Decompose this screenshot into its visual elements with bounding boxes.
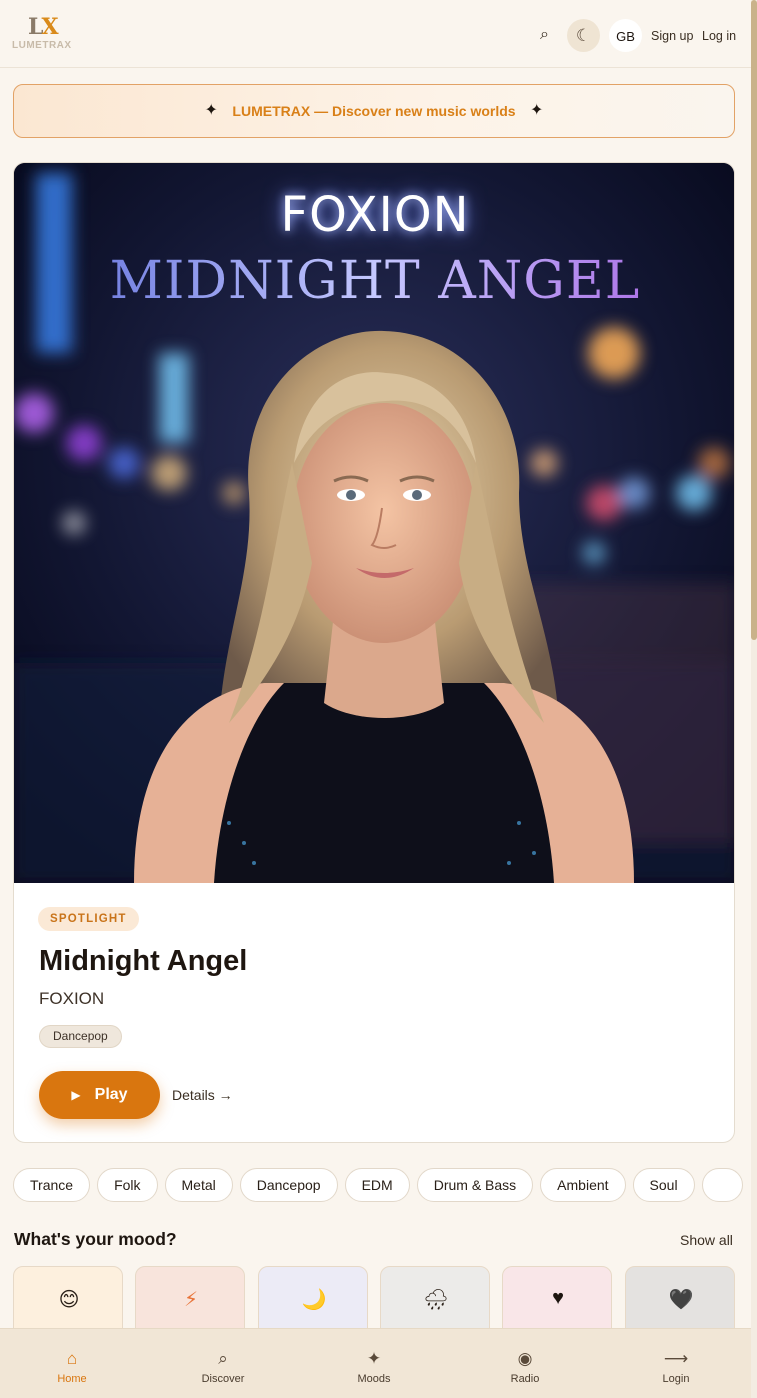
heart-icon: ♥ (552, 1287, 564, 1309)
nav-item-moods[interactable]: ✦ Moods (299, 1329, 449, 1398)
genre-chip[interactable]: Metal (164, 1168, 233, 1202)
logo-mark: LX (28, 14, 59, 40)
nav-item-home[interactable]: ⌂ Home (0, 1329, 147, 1398)
sparkle-icon: ✦ (366, 1349, 382, 1368)
nav-label: Moods (357, 1373, 391, 1385)
black-heart-icon: 🖤 (668, 1289, 694, 1311)
promo-text: LUMETRAX — Discover new music worlds (232, 103, 516, 119)
spotlight-badge: SPOTLIGHT (38, 907, 139, 931)
nav-label: Home (57, 1373, 87, 1385)
nav-label: Discover (201, 1373, 245, 1385)
genre-chip[interactable]: EDM (344, 1168, 410, 1202)
genre-chip[interactable]: Soul (632, 1168, 695, 1202)
search-icon: ⌕ (218, 1349, 228, 1368)
top-header: LX LUMETRAX ⌕ ☾ GB Sign up Log in (0, 0, 751, 68)
play-button[interactable]: ▶ Play (39, 1071, 160, 1119)
logo-text: LUMETRAX (12, 40, 72, 51)
arrow-right-icon: ⟶ (663, 1349, 689, 1368)
cover-title-text: MIDNIGHT ANGEL (14, 251, 734, 311)
scrollbar-thumb[interactable] (751, 0, 757, 640)
spotlight-card: FOXION MIDNIGHT ANGEL SPOTLIGHT Midnight… (13, 162, 735, 1143)
genre-chip[interactable]: Ambient (540, 1168, 626, 1202)
genre-tag[interactable]: Dancepop (39, 1025, 122, 1048)
radio-icon: ◉ (517, 1349, 533, 1368)
track-title: Midnight Angel (39, 945, 248, 977)
theme-toggle-button[interactable]: ☾ (567, 19, 600, 52)
nav-label: Login (662, 1373, 690, 1385)
signup-link[interactable]: Sign up (651, 29, 693, 43)
track-artist[interactable]: FOXION (39, 989, 104, 1009)
genre-chip[interactable]: Dancepop (239, 1168, 338, 1202)
genre-chip-row[interactable]: Trance Folk Metal Dancepop EDM Drum & Bass Amb… (13, 1168, 757, 1202)
search-icon[interactable]: ⌕ (540, 26, 549, 44)
smiling-face-icon: 😊 (58, 1289, 80, 1311)
genre-chip[interactable]: Trance (13, 1168, 91, 1202)
crescent-moon-icon: 🌙 (301, 1289, 327, 1311)
details-link[interactable]: Details → (172, 1087, 233, 1103)
genre-chip-partial[interactable] (701, 1168, 744, 1202)
language-button[interactable]: GB (609, 19, 642, 52)
nav-label: Radio (510, 1373, 540, 1385)
promo-banner[interactable]: ✦ LUMETRAX — Discover new music worlds ✦ (13, 84, 735, 138)
nav-item-radio[interactable]: ◉ Radio (450, 1329, 600, 1398)
mood-heading: What's your mood? (14, 1229, 177, 1249)
sparkle-icon: ✦ (530, 102, 544, 119)
mood-card-row: 😊 ⚡ 🌙 🌧 ♥ 🖤 (13, 1266, 735, 1346)
rain-cloud-icon: 🌧 (423, 1289, 449, 1311)
play-label: Play (94, 1086, 128, 1103)
genre-chip[interactable]: Drum & Bass (416, 1168, 534, 1202)
cover-artwork[interactable]: FOXION MIDNIGHT ANGEL (14, 163, 734, 883)
bottom-nav: ⌂ Home ⌕ Discover ✦ Moods ◉ Radio ⟶ Logi… (0, 1328, 751, 1398)
logo[interactable]: LX LUMETRAX (12, 14, 80, 54)
play-icon: ▶ (71, 1088, 81, 1102)
login-link[interactable]: Log in (702, 29, 736, 43)
mood-show-all-link[interactable]: Show all (680, 1232, 733, 1248)
genre-chip[interactable]: Folk (97, 1168, 158, 1202)
nav-item-login[interactable]: ⟶ Login (601, 1329, 751, 1398)
sparkle-icon: ✦ (204, 102, 218, 119)
lightning-icon: ⚡ (183, 1289, 199, 1311)
cover-artist-text: FOXION (280, 187, 470, 243)
moon-icon: ☾ (575, 26, 592, 45)
home-icon: ⌂ (66, 1349, 78, 1368)
nav-item-discover[interactable]: ⌕ Discover (148, 1329, 298, 1398)
